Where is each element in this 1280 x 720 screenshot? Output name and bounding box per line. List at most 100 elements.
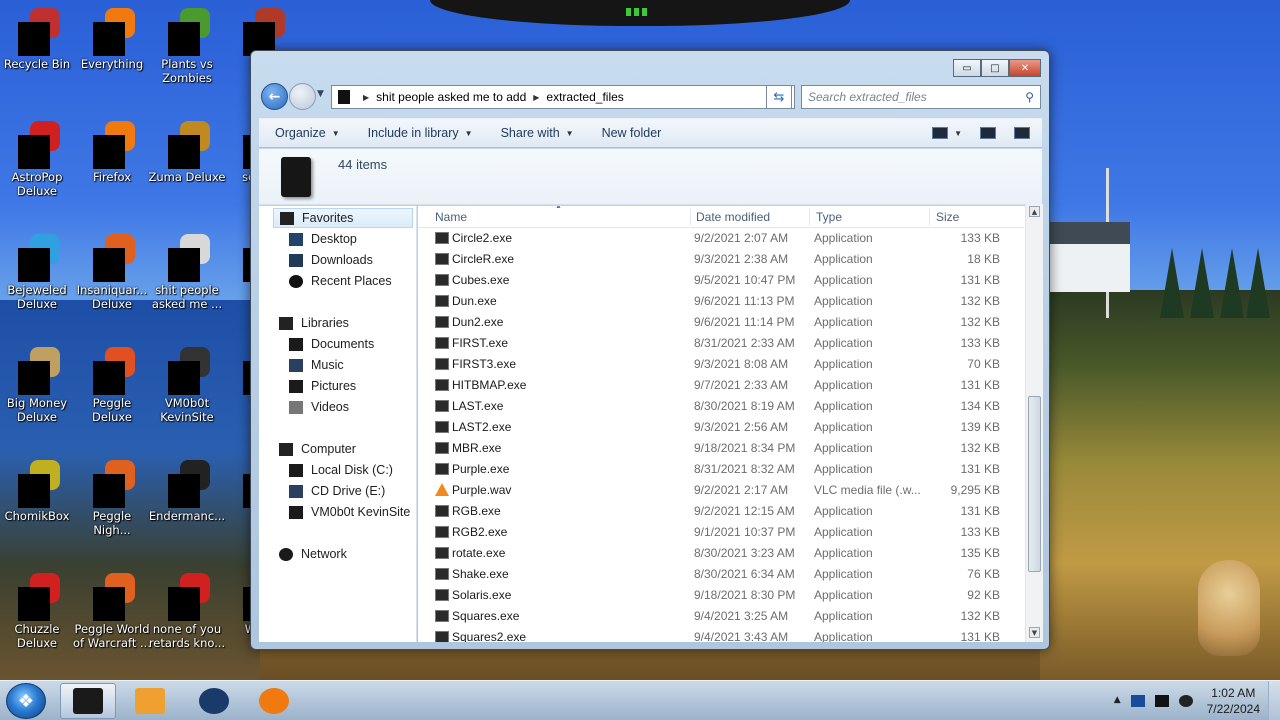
network-status-icon[interactable] <box>1154 695 1169 707</box>
file-row[interactable]: LAST.exe 8/30/2021 8:19 AM Application 134 … <box>432 396 1038 417</box>
file-type: Application <box>814 315 873 329</box>
desktop-icon-item[interactable]: Big Money Deluxe <box>0 347 76 424</box>
desktop-icon-item[interactable]: Peggle World of Warcraft ... <box>73 573 151 650</box>
change-view-icon[interactable] <box>932 127 949 139</box>
file-row[interactable]: Squares2.exe 9/4/2021 3:43 AM Application 1… <box>432 627 1038 642</box>
recent-pages-dropdown[interactable]: ▼ <box>317 89 324 99</box>
file-row[interactable]: Purple.exe 8/31/2021 8:32 AM Application 13… <box>432 459 1038 480</box>
taskbar-button-explorer[interactable] <box>60 683 116 719</box>
file-row[interactable]: FIRST.exe 8/31/2021 2:33 AM Application 133… <box>432 333 1038 354</box>
scroll-up-icon[interactable]: ▲ <box>1029 206 1040 217</box>
file-row[interactable]: RGB.exe 9/2/2021 12:15 AM Application 131 K… <box>432 501 1038 522</box>
nav-favorites[interactable]: Favorites <box>273 208 413 228</box>
new-folder-button[interactable]: New folder <box>602 126 662 140</box>
file-row[interactable]: Solaris.exe 9/18/2021 8:30 PM Application 9… <box>432 585 1038 606</box>
desktop-icon-item[interactable]: Peggle Nigh... <box>73 460 151 537</box>
taskbar-button-media-player[interactable] <box>122 683 178 719</box>
file-row[interactable]: rotate.exe 8/30/2021 3:23 AM Application 13… <box>432 543 1038 564</box>
file-row[interactable]: Dun2.exe 9/6/2021 11:14 PM Application 132 … <box>432 312 1038 333</box>
taskbar-button-globe[interactable] <box>186 683 242 719</box>
include-in-library-menu[interactable]: Include in library ▼ <box>368 126 473 140</box>
file-row[interactable]: HITBMAP.exe 9/7/2021 2:33 AM Application 13… <box>432 375 1038 396</box>
file-row[interactable]: Purple.wav 9/2/2021 2:17 AM VLC media file… <box>432 480 1038 501</box>
nav-libraries[interactable]: Libraries <box>279 313 349 333</box>
nav-cd-drive[interactable]: CD Drive (E:) <box>289 481 385 501</box>
share-with-menu[interactable]: Share with ▼ <box>501 126 574 140</box>
file-row[interactable]: MBR.exe 9/18/2021 8:34 PM Application 132 K… <box>432 438 1038 459</box>
desktop-icon-item[interactable]: Endermanc... <box>148 460 226 523</box>
scroll-down-icon[interactable]: ▼ <box>1029 627 1040 638</box>
nav-local-disk[interactable]: Local Disk (C:) <box>289 460 393 480</box>
desktop-icon-item[interactable]: Zuma Deluxe <box>148 121 226 184</box>
column-size[interactable]: Size <box>932 209 1012 225</box>
organize-menu[interactable]: Organize ▼ <box>275 126 340 140</box>
file-row[interactable]: Dun.exe 9/6/2021 11:13 PM Application 132 K… <box>432 291 1038 312</box>
column-date[interactable]: Date modified <box>692 209 810 225</box>
show-hidden-icons-icon[interactable]: ▲ <box>1114 695 1121 707</box>
clock[interactable]: 1:02 AM 7/22/2024 <box>1207 685 1260 717</box>
scrollbar-thumb[interactable] <box>1028 396 1041 572</box>
search-icon[interactable]: ⚲ <box>1025 90 1034 104</box>
help-icon[interactable] <box>1014 127 1030 139</box>
file-row[interactable]: Shake.exe 8/30/2021 6:34 AM Application 76 … <box>432 564 1038 585</box>
breadcrumb-current[interactable]: extracted_files <box>546 90 623 104</box>
desktop-icon-item[interactable]: Bejeweled Deluxe <box>0 234 76 311</box>
desktop-icon-item[interactable]: Recycle Bin <box>0 8 76 71</box>
address-bar[interactable]: ▶ shit people asked me to add ▶ extracte… <box>331 85 795 109</box>
start-button[interactable]: ❖ <box>6 683 46 719</box>
file-row[interactable]: RGB2.exe 9/1/2021 10:37 PM Application 133 … <box>432 522 1038 543</box>
gopher-desktop-pet[interactable] <box>1198 560 1260 656</box>
desktop-icon-item[interactable]: ChomikBox <box>0 460 76 523</box>
file-row[interactable]: FIRST3.exe 9/3/2021 8:08 AM Application 70 … <box>432 354 1038 375</box>
search-input[interactable]: Search extracted_files ⚲ <box>801 85 1041 109</box>
file-row[interactable]: LAST2.exe 9/3/2021 2:56 AM Application 139 … <box>432 417 1038 438</box>
vertical-scrollbar[interactable]: ▲ ▼ <box>1025 204 1043 642</box>
desktop-icon-item[interactable]: Plants vs Zombies <box>148 8 226 85</box>
nav-computer[interactable]: Computer <box>279 439 356 459</box>
minimize-button[interactable]: ▭ <box>953 59 981 77</box>
volume-icon[interactable] <box>1178 695 1193 707</box>
nav-videos[interactable]: Videos <box>289 397 349 417</box>
desktop-icon-item[interactable]: none of you retards kno... <box>148 573 226 650</box>
nav-music[interactable]: Music <box>289 355 344 375</box>
desktop-icon-item[interactable]: Insaniquar... Deluxe <box>73 234 151 311</box>
desktop-icon-item[interactable]: Peggle Deluxe <box>73 347 151 424</box>
file-name: Circle2.exe <box>452 231 513 245</box>
refresh-button[interactable]: ⇆ <box>766 85 792 109</box>
desktop-icon-item[interactable]: shit people asked me ... <box>148 234 226 311</box>
taskbar-button-firefox[interactable] <box>246 683 302 719</box>
file-row[interactable]: Circle2.exe 9/2/2021 2:07 AM Application 13… <box>432 228 1038 249</box>
desktop-icon-item[interactable]: Chuzzle Deluxe <box>0 573 76 650</box>
file-row[interactable]: Squares.exe 9/4/2021 3:25 AM Application 13… <box>432 606 1038 627</box>
column-name[interactable]: Name <box>435 209 691 225</box>
explorer-window[interactable]: ▭ □ ✕ ← ▼ ▶ shit people asked me to add … <box>250 50 1050 650</box>
preview-pane-icon[interactable] <box>980 127 996 139</box>
file-row[interactable]: Cubes.exe 9/5/2021 10:47 PM Application 131… <box>432 270 1038 291</box>
desktop-icon-item[interactable]: Everything <box>73 8 151 71</box>
desktop-icon-label: Recycle Bin <box>3 57 71 71</box>
breadcrumb-parent[interactable]: shit people asked me to add <box>376 90 526 104</box>
file-row[interactable]: CircleR.exe 9/3/2021 2:38 AM Application 18… <box>432 249 1038 270</box>
file-name: LAST.exe <box>452 399 504 413</box>
close-button[interactable]: ✕ <box>1009 59 1041 77</box>
nav-pictures[interactable]: Pictures <box>289 376 356 396</box>
nav-network[interactable]: Network <box>279 544 347 564</box>
back-button[interactable]: ← <box>261 83 288 110</box>
nav-documents[interactable]: Documents <box>289 334 374 354</box>
forward-button[interactable] <box>289 83 316 110</box>
chevron-right-icon[interactable]: ▶ <box>363 93 369 102</box>
nav-recent-places[interactable]: Recent Places <box>289 271 392 291</box>
action-center-icon[interactable] <box>1130 695 1145 707</box>
caret-down-icon[interactable]: ▼ <box>954 129 962 138</box>
desktop-icon-item[interactable]: VM0b0t KevinSite <box>148 347 226 424</box>
show-desktop-button[interactable] <box>1268 681 1280 720</box>
nav-downloads[interactable]: Downloads <box>289 250 373 270</box>
column-type[interactable]: Type <box>812 209 930 225</box>
nav-desktop[interactable]: Desktop <box>289 229 357 249</box>
desktop-icon-item[interactable]: Firefox <box>73 121 151 184</box>
desktop-icon-item[interactable]: AstroPop Deluxe <box>0 121 76 198</box>
desktop-icon-label: AstroPop Deluxe <box>11 170 63 198</box>
nav-vm-drive[interactable]: VM0b0t KevinSite <box>289 502 410 522</box>
maximize-button[interactable]: □ <box>981 59 1009 77</box>
chevron-right-icon[interactable]: ▶ <box>533 93 539 102</box>
